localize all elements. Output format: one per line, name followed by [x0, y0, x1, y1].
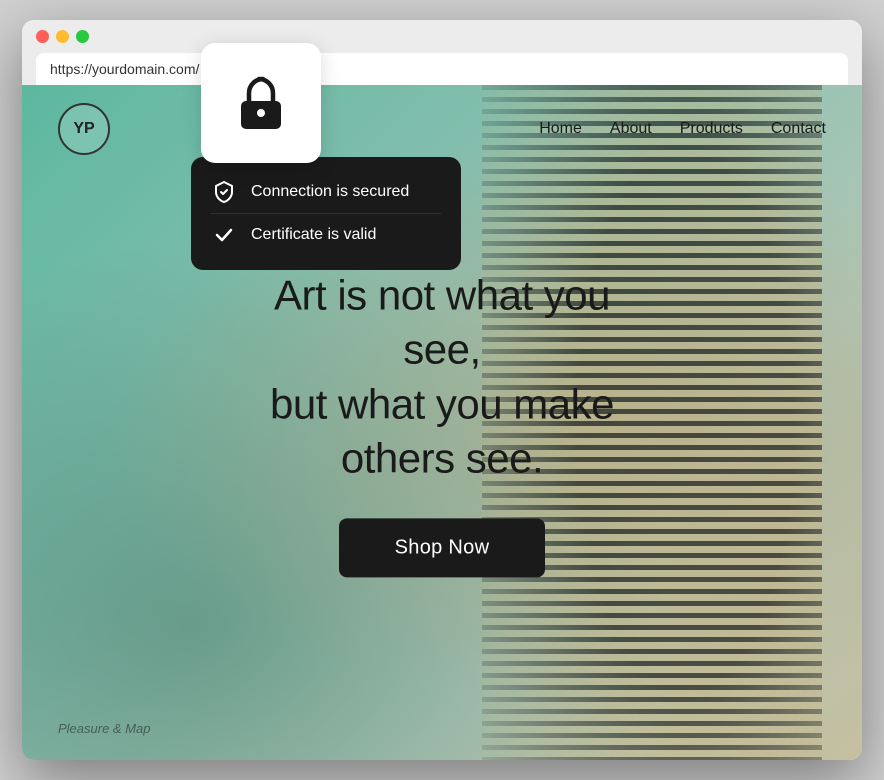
shop-now-button[interactable]: Shop Now [339, 518, 546, 577]
nav-links: Home About Products Contact [539, 120, 826, 138]
certificate-valid-item: Certificate is valid [211, 213, 441, 256]
connection-secured-item: Connection is secured [211, 171, 441, 213]
browser-window: Connection is secured Certificate is val… [22, 20, 862, 760]
hero-section: Art is not what you see,but what you mak… [232, 268, 652, 577]
bottom-watermark: Pleasure & Map [58, 721, 151, 736]
lock-icon-box[interactable] [201, 43, 321, 163]
address-bar-row: Connection is secured Certificate is val… [36, 53, 848, 85]
checkmark-icon [211, 222, 237, 248]
connection-secured-label: Connection is secured [251, 183, 409, 201]
minimize-button[interactable] [56, 30, 69, 43]
hero-headline: Art is not what you see,but what you mak… [232, 268, 652, 486]
shield-check-icon [211, 179, 237, 205]
lock-popup-container: Connection is secured Certificate is val… [191, 43, 461, 270]
nav-about[interactable]: About [610, 120, 652, 138]
maximize-button[interactable] [76, 30, 89, 43]
nav-home[interactable]: Home [539, 120, 582, 138]
nav-products[interactable]: Products [680, 120, 743, 138]
lock-icon [233, 75, 289, 131]
close-button[interactable] [36, 30, 49, 43]
traffic-lights [36, 30, 848, 43]
security-tooltip: Connection is secured Certificate is val… [191, 157, 461, 270]
logo[interactable]: YP [58, 103, 110, 155]
logo-text: YP [73, 120, 94, 138]
nav-contact[interactable]: Contact [771, 120, 826, 138]
certificate-valid-label: Certificate is valid [251, 226, 376, 244]
browser-chrome: Connection is secured Certificate is val… [22, 20, 862, 85]
